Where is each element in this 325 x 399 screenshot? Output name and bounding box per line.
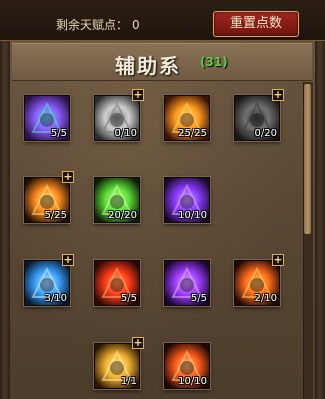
skill-sword-strike-add-point-button[interactable]: + [62,171,74,183]
skill-green-aura[interactable]: 20/20 [94,177,140,223]
tree-points-count: (31) [200,55,228,69]
skill-fire-phoenix[interactable]: 10/10 [164,343,210,389]
skill-level: 5/5 [50,128,67,139]
skill-eye[interactable]: 5/5 [24,95,70,141]
skill-level: 3/10 [44,293,67,304]
skill-reaper[interactable]: 0/20 [234,95,280,141]
skill-level: 20/20 [108,210,137,221]
skill-golden-cross[interactable]: 1/1 [94,343,140,389]
skill-purple-beast[interactable]: 10/10 [164,177,210,223]
skill-flame-figure-add-point-button[interactable]: + [272,254,284,266]
skill-level: 5/5 [190,293,207,304]
skill-fire-pentagram[interactable]: 5/5 [94,260,140,306]
remaining-points-value: 0 [132,18,140,32]
skill-shield[interactable]: 0/10 [94,95,140,141]
skill-blue-wind-add-point-button[interactable]: + [62,254,74,266]
skill-level: 10/10 [178,210,207,221]
reset-points-button[interactable]: 重置点数 [213,11,299,37]
skill-golden-cross-add-point-button[interactable]: + [132,337,144,349]
skill-level: 25/25 [178,128,207,139]
skill-level: 0/10 [114,128,137,139]
remaining-points: 剩余天赋点： 0 [56,16,140,33]
skill-level: 5/25 [44,210,67,221]
skill-blue-wind[interactable]: 3/10 [24,260,70,306]
skill-reaper-add-point-button[interactable]: + [272,89,284,101]
skill-level: 5/5 [120,293,137,304]
skill-flame-figure[interactable]: 2/10 [234,260,280,306]
skill-sun-bull[interactable]: 25/25 [164,95,210,141]
skill-level: 2/10 [254,293,277,304]
skill-violet-storm[interactable]: 5/5 [164,260,210,306]
skill-shield-add-point-button[interactable]: + [132,89,144,101]
left-frame [0,40,10,399]
tree-title: 辅助系 [115,54,181,78]
skill-level: 0/20 [254,128,277,139]
scrollbar-thumb[interactable] [304,84,311,234]
skill-level: 10/10 [178,376,207,387]
remaining-points-label: 剩余天赋点： [56,18,129,32]
right-frame [315,40,325,399]
skill-level: 1/1 [120,376,137,387]
skill-sword-strike[interactable]: 5/25 [24,177,70,223]
